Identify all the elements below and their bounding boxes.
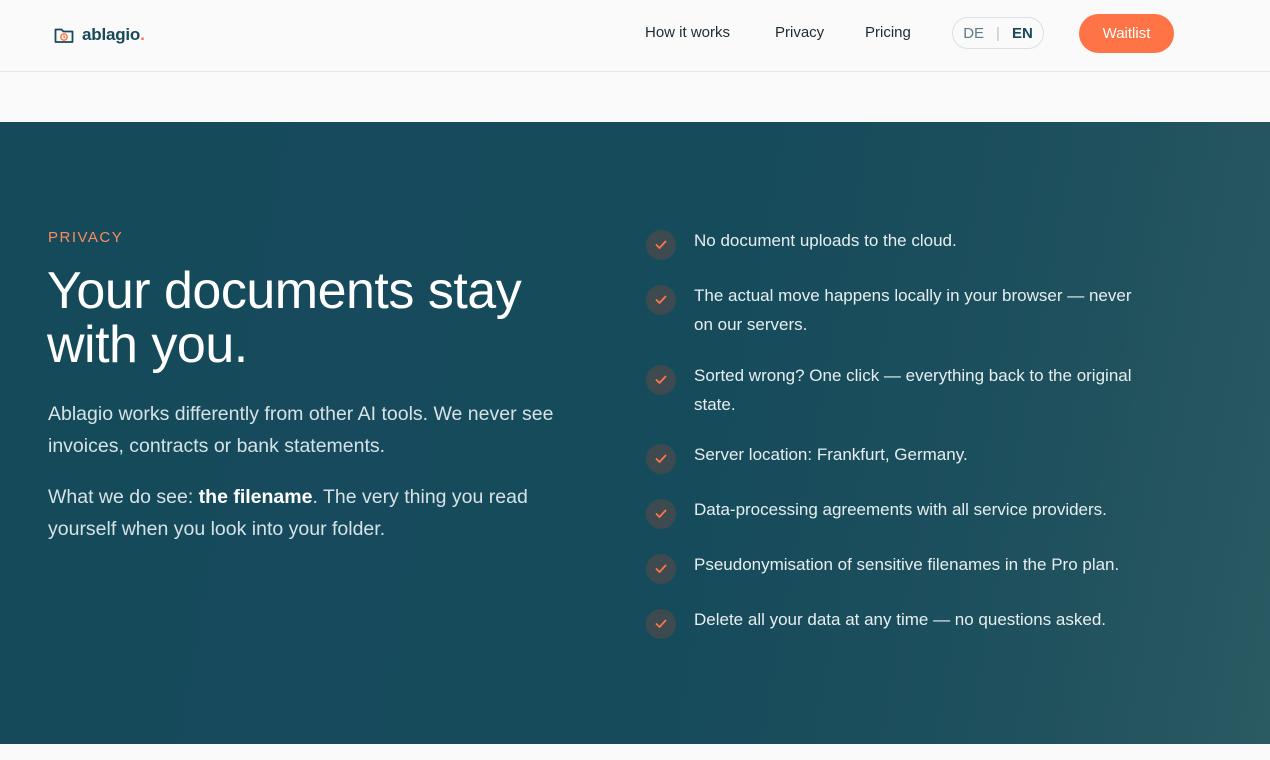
intro-paragraph: Ablagio works differently from other AI … (48, 403, 554, 457)
site-header: ablagio. How it works Privacy Pricing DE… (0, 0, 1270, 72)
logo-text: ablagio. (82, 25, 145, 44)
list-item-text: No document uploads to the cloud. (694, 231, 957, 250)
list-item-text: Server location: Frankfurt, Germany. (694, 445, 968, 464)
folder-clock-icon (54, 28, 74, 43)
lang-de-option[interactable]: DE (963, 25, 984, 42)
list-item-text: Delete all your data at any time — no qu… (694, 610, 1107, 629)
check-icon (646, 365, 676, 395)
check-icon (646, 285, 676, 315)
list-item-text: Data-processing agreements with all serv… (694, 500, 1107, 519)
section-headline: Your documents stay with you. (47, 262, 522, 374)
privacy-section: PRIVACY Your documents stay with you. Ab… (0, 122, 1270, 744)
filename-emphasis: the filename (198, 486, 313, 508)
lang-en-option[interactable]: EN (1012, 25, 1033, 42)
language-switcher: DE | EN (952, 17, 1044, 49)
list-item-text: Sorted wrong? One click — everything bac… (694, 366, 1132, 414)
check-icon (646, 230, 676, 260)
nav-privacy[interactable]: Privacy (775, 24, 824, 41)
logo[interactable]: ablagio. (54, 24, 145, 46)
list-item-text: The actual move happens locally in your … (694, 286, 1132, 334)
lang-separator: | (996, 24, 1000, 42)
check-icon (646, 444, 676, 474)
check-icon (646, 554, 676, 584)
page-footer-strip (0, 744, 1270, 760)
filename-paragraph: What we do see: the filename. The very t… (48, 486, 528, 540)
section-eyebrow: PRIVACY (48, 229, 124, 246)
nav-how-it-works[interactable]: How it works (645, 24, 730, 41)
waitlist-button[interactable]: Waitlist (1079, 14, 1174, 53)
check-icon (646, 499, 676, 529)
check-icon (646, 609, 676, 639)
nav-pricing[interactable]: Pricing (865, 24, 911, 41)
list-item-text: Pseudonymisation of sensitive filenames … (694, 555, 1120, 574)
